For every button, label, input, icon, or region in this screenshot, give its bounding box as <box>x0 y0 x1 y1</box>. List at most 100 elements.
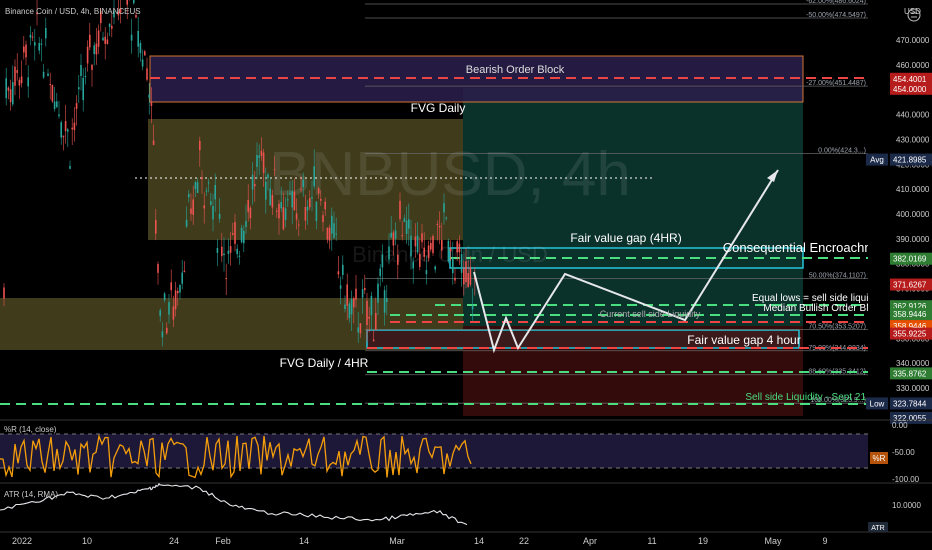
time-tick: 14 <box>299 536 309 546</box>
candle-body <box>75 103 78 109</box>
label-bearish-order-block: Bearish Order Block <box>466 64 565 76</box>
candle-body <box>218 213 221 219</box>
candle-body <box>381 254 384 268</box>
candle-body <box>313 166 315 187</box>
candle-body <box>207 182 210 184</box>
time-tick: 11 <box>647 536 656 546</box>
price-badge-tag: Low <box>870 399 885 408</box>
candle-body <box>240 227 243 243</box>
candle-body <box>148 94 150 98</box>
candle-body <box>394 230 397 239</box>
price-badge: 371.6267 <box>890 278 932 291</box>
candle-body <box>58 114 60 117</box>
price-axis[interactable]: 470.0000460.0000450.0000440.0000430.0000… <box>866 0 932 424</box>
candle-body <box>434 266 436 270</box>
candle-body <box>379 268 381 277</box>
candle-body <box>258 155 260 158</box>
candle-body <box>106 39 109 45</box>
label-fvg-daily: FVG Daily <box>411 101 466 115</box>
candle-body <box>249 207 252 219</box>
candle-body <box>243 230 245 244</box>
candle-body <box>403 218 406 222</box>
price-badge: 335.8762 <box>890 367 932 380</box>
candle-body <box>179 285 181 293</box>
candle-body <box>421 233 423 243</box>
candle-body <box>166 327 168 334</box>
candle-body <box>146 68 148 80</box>
time-tick: 2022 <box>12 536 32 546</box>
candle-body <box>361 289 364 298</box>
candle-body <box>194 182 197 190</box>
candle-body <box>441 239 443 251</box>
candle-body <box>150 101 153 106</box>
time-tick: Feb <box>215 536 231 546</box>
atr-title: ATR (14, RMA) <box>4 490 58 499</box>
price-tick: 400.0000 <box>896 210 930 219</box>
candle-body <box>436 223 439 225</box>
candle-body <box>465 261 467 283</box>
candle-body <box>469 267 472 285</box>
price-badge-value: 358.9446 <box>893 310 927 319</box>
atr-tick-0: 10.0000 <box>892 501 921 510</box>
time-tick: 22 <box>519 536 529 546</box>
candle-body <box>449 248 452 252</box>
candle-body <box>278 203 280 219</box>
candle-body <box>234 222 236 244</box>
candle-body <box>397 254 399 265</box>
fib-label: 70.50%(353.5207) <box>808 324 866 331</box>
candle-body <box>89 34 91 48</box>
trading-chart[interactable]: -62.00%(486.6024) -50.00%(474.5497) -27.00… <box>0 0 932 550</box>
candle-body <box>177 291 179 294</box>
candle-body <box>353 298 355 308</box>
candle-body <box>304 206 307 221</box>
candle-body <box>93 45 95 55</box>
candle-body <box>53 101 56 109</box>
candle-body <box>73 122 76 131</box>
candle-body <box>375 312 377 330</box>
price-tick: 340.0000 <box>896 359 930 368</box>
price-badge-tag: Avg <box>870 156 884 165</box>
candle-body <box>199 140 201 151</box>
candle-body <box>311 197 313 199</box>
candle-body <box>300 188 302 190</box>
symbol-header: Binance Coin / USD, 4h, BINANCEUS <box>5 7 141 16</box>
fib-label: -50.00%(474.5497) <box>806 12 866 19</box>
candle-body <box>390 232 392 238</box>
candle-body <box>412 261 414 269</box>
candle-body <box>111 25 113 29</box>
candle-body <box>181 272 183 284</box>
label-fvg-4hour: Fair value gap 4 hour <box>687 333 800 347</box>
candle-body <box>315 201 318 221</box>
candle-body <box>5 78 7 99</box>
label-sept21: Sell side Liquidity - Sept 21 <box>745 392 866 403</box>
candle-body <box>203 205 205 209</box>
candle-body <box>447 240 450 262</box>
price-badge: Avg 421.8985 <box>866 153 932 166</box>
price-badge-value: 355.9225 <box>893 330 927 339</box>
candle-body <box>366 300 368 326</box>
candle-body <box>152 140 155 145</box>
fib-label: -27.00%(451.4487) <box>806 80 866 87</box>
candle-body <box>78 87 80 90</box>
candle-body <box>443 203 445 213</box>
candle-body <box>223 253 225 256</box>
candle-body <box>293 191 296 211</box>
candle-body <box>38 43 40 51</box>
candle-body <box>295 213 298 220</box>
candle-body <box>168 302 170 315</box>
candle-body <box>67 129 69 132</box>
candle-body <box>370 295 373 316</box>
candle-body <box>25 44 27 58</box>
candle-body <box>229 246 232 253</box>
candle-body <box>155 219 157 234</box>
candle-body <box>284 208 287 220</box>
candle-body <box>201 177 203 180</box>
candle-body <box>18 80 21 86</box>
candle-body <box>108 23 111 27</box>
candle-body <box>328 227 331 241</box>
candle-body <box>133 0 135 4</box>
candle-body <box>302 179 304 187</box>
candle-body <box>291 191 293 208</box>
price-tick: 330.0000 <box>896 384 930 393</box>
candle-body <box>335 233 337 235</box>
